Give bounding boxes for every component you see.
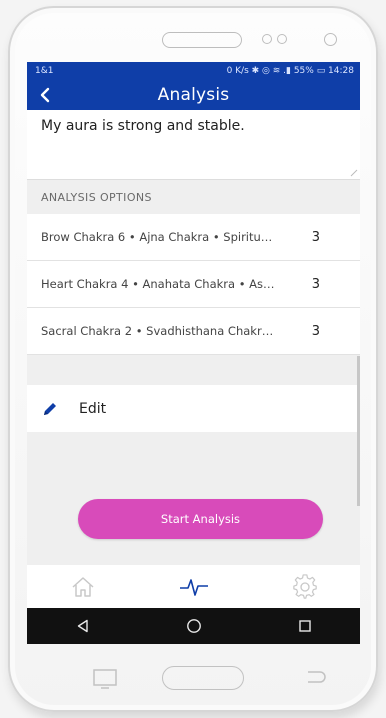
- system-nav-bar: [27, 608, 360, 644]
- hardware-recents-icon[interactable]: [92, 668, 118, 690]
- option-label: Brow Chakra 6 • Ajna Chakra • Spiritual …: [41, 230, 279, 244]
- resize-handle-icon[interactable]: [350, 169, 358, 177]
- pencil-icon: [44, 402, 56, 415]
- home-icon: [71, 576, 94, 597]
- hardware-home-button[interactable]: [162, 666, 244, 690]
- edit-button[interactable]: Edit: [27, 385, 360, 432]
- nav-recents-button[interactable]: [275, 608, 335, 644]
- analysis-options-list: Brow Chakra 6 • Ajna Chakra • Spiritual …: [27, 214, 360, 355]
- carrier-label: 1&1: [35, 66, 54, 76]
- analysis-option-item[interactable]: Sacral Chakra 2 • Svadhisthana Chakra •.…: [27, 308, 360, 355]
- bottom-tab-bar: [27, 565, 360, 608]
- option-label: Heart Chakra 4 • Anahata Chakra • Astr..…: [41, 277, 279, 291]
- nav-home-button[interactable]: [164, 608, 224, 644]
- front-camera: [324, 33, 337, 46]
- note-textarea[interactable]: My aura is strong and stable.: [27, 110, 360, 180]
- sensor-dot: [277, 34, 287, 44]
- chevron-left-icon: [40, 87, 50, 103]
- tab-settings[interactable]: [275, 565, 335, 608]
- analysis-option-item[interactable]: Brow Chakra 6 • Ajna Chakra • Spiritual …: [27, 214, 360, 261]
- note-text: My aura is strong and stable.: [41, 118, 245, 134]
- option-count: 3: [311, 229, 320, 245]
- status-indicators: 0 K/s ✱ ◎ ≋ .▮ 55% ▭ 14:28: [226, 66, 354, 76]
- tab-home[interactable]: [53, 565, 113, 608]
- status-bar: 1&1 0 K/s ✱ ◎ ≋ .▮ 55% ▭ 14:28: [27, 62, 360, 80]
- gear-icon: [292, 573, 317, 599]
- app-bar: Analysis: [27, 80, 360, 110]
- list-spacer: [27, 355, 360, 385]
- speaker-grille: [162, 32, 242, 48]
- hardware-back-icon[interactable]: [306, 670, 328, 684]
- phone-screen: 1&1 0 K/s ✱ ◎ ≋ .▮ 55% ▭ 14:28 Analysis …: [27, 62, 360, 644]
- section-header: ANALYSIS OPTIONS: [41, 190, 152, 204]
- back-button[interactable]: [33, 80, 57, 110]
- circle-home-icon: [186, 619, 201, 633]
- nav-back-button[interactable]: [53, 608, 113, 644]
- triangle-back-icon: [77, 619, 88, 633]
- scrollbar[interactable]: [357, 356, 360, 506]
- pulse-icon: [179, 578, 208, 596]
- page-title: Analysis: [157, 85, 230, 105]
- option-count: 3: [311, 276, 320, 292]
- analysis-option-item[interactable]: Heart Chakra 4 • Anahata Chakra • Astr..…: [27, 261, 360, 308]
- sensor-dots: [262, 34, 287, 44]
- square-recents-icon: [298, 620, 311, 632]
- sensor-dot: [262, 34, 272, 44]
- edit-label: Edit: [79, 400, 107, 417]
- option-label: Sacral Chakra 2 • Svadhisthana Chakra •.…: [41, 324, 279, 338]
- option-count: 3: [311, 323, 320, 339]
- start-analysis-button[interactable]: Start Analysis: [78, 499, 323, 539]
- phone-bottom-bezel: [10, 648, 376, 710]
- tab-analysis[interactable]: [164, 565, 224, 608]
